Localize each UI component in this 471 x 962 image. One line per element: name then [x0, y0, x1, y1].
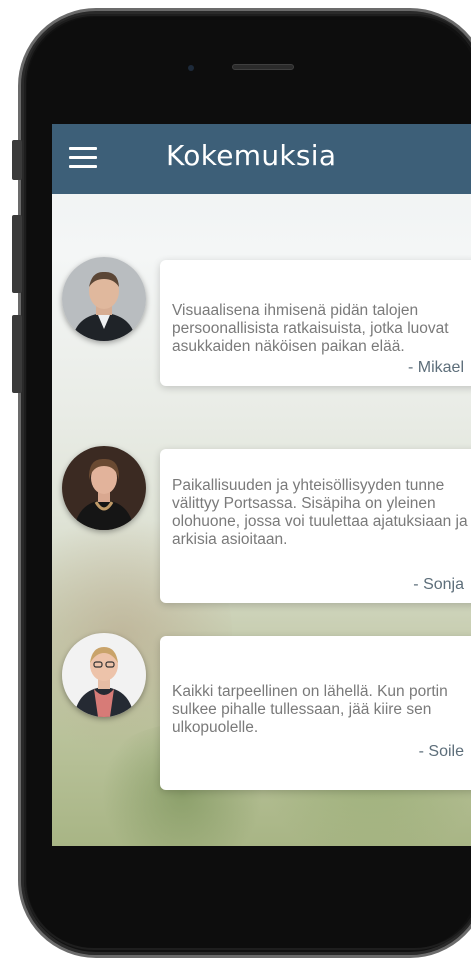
testimonial-quote: Paikallisuuden ja yhteisöllisyyden tunne…	[172, 477, 468, 548]
testimonial-author: - Soile	[418, 743, 464, 760]
page-title: Kokemuksia	[166, 139, 337, 172]
front-camera	[188, 65, 194, 71]
testimonial-card-2: Paikallisuuden ja yhteisöllisyyden tunne…	[160, 449, 471, 603]
hamburger-menu-icon[interactable]	[69, 147, 97, 169]
avatar-sonja	[62, 446, 146, 530]
testimonial-quote: Visuaalisena ihmisenä pidän talojen pers…	[172, 302, 449, 355]
testimonial-quote: Kaikki tarpeellinen on lähellä. Kun port…	[172, 683, 448, 736]
earpiece-speaker	[232, 64, 294, 70]
testimonial-author: - Mikael	[407, 359, 464, 376]
app-bar: Kokemuksia	[52, 124, 471, 194]
avatar-soile	[62, 633, 146, 717]
testimonial-card-3: Kaikki tarpeellinen on lähellä. Kun port…	[160, 636, 471, 790]
app-screen: Kokemuksia Visuaalisena ihmisenä pidän t…	[52, 124, 471, 846]
volume-up-button	[12, 215, 22, 293]
testimonial-card-1: Visuaalisena ihmisenä pidän talojen pers…	[160, 260, 471, 386]
volume-down-button	[12, 315, 22, 393]
avatar-mikael	[62, 257, 146, 341]
mute-switch	[12, 140, 22, 180]
testimonial-author: - Sonja	[413, 576, 464, 593]
